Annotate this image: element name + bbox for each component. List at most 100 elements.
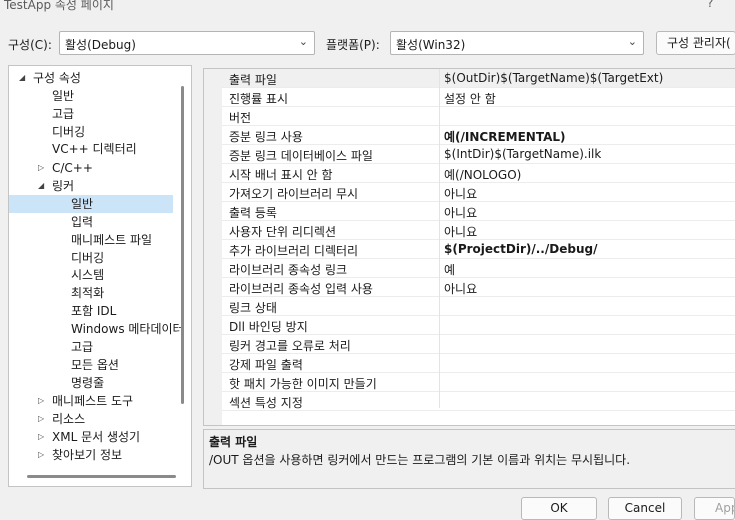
tree-item[interactable]: ▷ C/C++ <box>9 159 189 177</box>
tree-item[interactable]: ◢ 링커 <box>9 177 189 195</box>
config-label: 구성(C): <box>8 38 52 52</box>
grid-column-divider[interactable] <box>439 69 440 408</box>
property-value[interactable]: 아니요 <box>444 280 477 297</box>
property-name: 라이브러리 종속성 링크 <box>229 263 348 277</box>
property-row[interactable]: 출력 등록 아니요 <box>222 202 735 221</box>
grid-gutter <box>204 69 222 425</box>
property-value[interactable]: $(OutDir)$(TargetName)$(TargetExt) <box>444 71 663 85</box>
platform-label: 플랫폼(P): <box>326 38 380 52</box>
tree-item[interactable]: VC++ 디렉터리 <box>9 140 189 158</box>
tree-expanded-icon[interactable]: ◢ <box>38 177 44 195</box>
property-row[interactable]: 핫 패치 가능한 이미지 만들기 <box>222 373 735 392</box>
property-value[interactable]: $(ProjectDir)/../Debug/ <box>444 242 597 256</box>
tree-collapsed-icon[interactable]: ▷ <box>38 410 44 428</box>
property-name: 버전 <box>229 111 252 125</box>
property-name: Dll 바인딩 방지 <box>229 320 308 334</box>
tree-horizontal-scrollbar[interactable] <box>27 475 176 478</box>
tree-item[interactable]: Windows 메타데이터 <box>9 320 189 338</box>
tree-expanded-icon[interactable]: ◢ <box>19 69 25 87</box>
property-row[interactable]: Dll 바인딩 방지 <box>222 316 735 335</box>
property-value[interactable]: 예 <box>444 261 455 278</box>
tree-item[interactable]: 시스템 <box>9 266 189 284</box>
tree-item-label: 모든 옵션 <box>71 358 119 372</box>
property-row[interactable]: 링크 상태 <box>222 297 735 316</box>
chevron-down-icon: ⌄ <box>627 35 637 48</box>
property-row[interactable]: 증분 링크 사용 예(/INCREMENTAL) <box>222 126 735 145</box>
tree-item[interactable]: 명령줄 <box>9 374 189 392</box>
tree-item[interactable]: ▷ 리소스 <box>9 410 189 428</box>
property-row[interactable]: 버전 <box>222 107 735 126</box>
config-value: 활성(Debug) <box>65 38 136 52</box>
tree-item-label: 포함 IDL <box>71 304 117 318</box>
tree-collapsed-icon[interactable]: ▷ <box>38 428 44 446</box>
config-manager-button[interactable]: 구성 관리자( <box>656 31 735 55</box>
window-title: TestApp 속성 페이지 <box>4 0 114 12</box>
property-name: 링커 경고를 오류로 처리 <box>229 339 351 353</box>
tree-item[interactable]: 모든 옵션 <box>9 356 189 374</box>
tree-item[interactable]: 입력 <box>9 213 189 231</box>
tree-collapsed-icon[interactable]: ▷ <box>38 446 44 464</box>
tree-item[interactable]: 일반 <box>9 87 189 105</box>
property-value[interactable]: 아니요 <box>444 204 477 221</box>
property-row[interactable]: 진행률 표시 설정 안 함 <box>222 88 735 107</box>
property-value[interactable]: 예(/NOLOGO) <box>444 166 521 183</box>
property-value[interactable]: $(IntDir)$(TargetName).ilk <box>444 147 601 161</box>
property-row[interactable]: 가져오기 라이브러리 무시 아니요 <box>222 183 735 202</box>
tree-item[interactable]: 일반 <box>9 195 173 213</box>
tree-item-label: 찾아보기 정보 <box>52 448 123 462</box>
tree-item[interactable]: ▷ 찾아보기 정보 <box>9 446 189 464</box>
property-row[interactable]: 사용자 단위 리디렉션 아니요 <box>222 221 735 240</box>
apply-button[interactable]: Apply <box>694 497 735 520</box>
property-value[interactable]: 아니요 <box>444 223 477 240</box>
tree-item[interactable]: 고급 <box>9 105 189 123</box>
chevron-down-icon: ⌄ <box>298 35 308 48</box>
tree-item[interactable]: 고급 <box>9 338 189 356</box>
property-row[interactable]: 시작 배너 표시 안 함 예(/NOLOGO) <box>222 164 735 183</box>
description-text: /OUT 옵션을 사용하면 링커에서 만드는 프로그램의 기본 이름과 위치는 … <box>209 453 631 467</box>
platform-dropdown[interactable]: 활성(Win32) ⌄ <box>390 31 644 55</box>
property-value[interactable]: 설정 안 함 <box>444 90 496 107</box>
property-value[interactable]: 아니요 <box>444 185 477 202</box>
tree-item-label: 일반 <box>71 197 94 211</box>
property-row[interactable]: 강제 파일 출력 <box>222 354 735 373</box>
property-row[interactable]: 섹션 특성 지정 <box>222 392 735 411</box>
tree-item-label: 입력 <box>71 215 94 229</box>
property-row[interactable]: 링커 경고를 오류로 처리 <box>222 335 735 354</box>
property-name: 증분 링크 사용 <box>229 130 303 144</box>
tree-collapsed-icon[interactable]: ▷ <box>38 159 44 177</box>
tree-item-label: Windows 메타데이터 <box>71 322 184 336</box>
tree-item[interactable]: 포함 IDL <box>9 302 189 320</box>
tree-item-label: 매니페스트 파일 <box>71 233 153 247</box>
tree-collapsed-icon[interactable]: ▷ <box>38 392 44 410</box>
property-row[interactable]: 라이브러리 종속성 링크 예 <box>222 259 735 278</box>
help-button[interactable]: ? <box>707 0 713 10</box>
property-name: 강제 파일 출력 <box>229 358 303 372</box>
tree-item[interactable]: 최적화 <box>9 284 189 302</box>
property-tree: ◢ 구성 속성 일반 고급 디버깅 VC++ 디렉터리 ▷ C/C++ ◢ 링커 일반 입력 매니페스트… <box>8 65 192 487</box>
tree-item[interactable]: 디버깅 <box>9 123 189 141</box>
tree-item-label: 최적화 <box>71 286 105 300</box>
property-row[interactable]: 라이브러리 종속성 입력 사용 아니요 <box>222 278 735 297</box>
property-row[interactable]: 증분 링크 데이터베이스 파일 $(IntDir)$(TargetName).il… <box>222 145 735 164</box>
tree-item-label: 리소스 <box>52 412 86 426</box>
property-value[interactable]: 예(/INCREMENTAL) <box>444 128 566 145</box>
config-dropdown[interactable]: 활성(Debug) ⌄ <box>59 31 315 55</box>
tree-item-label: 디버깅 <box>52 125 86 139</box>
property-name: 출력 등록 <box>229 206 277 220</box>
platform-value: 활성(Win32) <box>396 38 466 52</box>
property-row[interactable]: 추가 라이브러리 디렉터리 $(ProjectDir)/../Debug/ <box>222 240 735 259</box>
cancel-button[interactable]: Cancel <box>608 497 682 520</box>
ok-button[interactable]: OK <box>521 497 597 520</box>
tree-item-label: 매니페스트 도구 <box>52 394 134 408</box>
description-panel: 출력 파일 /OUT 옵션을 사용하면 링커에서 만드는 프로그램의 기본 이름… <box>203 429 735 489</box>
tree-item[interactable]: ◢ 구성 속성 <box>9 69 189 87</box>
tree-item[interactable]: 디버깅 <box>9 249 189 267</box>
property-name: 링크 상태 <box>229 301 277 315</box>
tree-item[interactable]: ▷ XML 문서 생성기 <box>9 428 189 446</box>
tree-item[interactable]: ▷ 매니페스트 도구 <box>9 392 189 410</box>
tree-item[interactable]: 매니페스트 파일 <box>9 231 189 249</box>
property-row[interactable]: 출력 파일 $(OutDir)$(TargetName)$(TargetExt) <box>222 69 735 88</box>
tree-item-label: 고급 <box>71 340 94 354</box>
tree-vertical-scrollbar[interactable] <box>181 86 184 404</box>
property-name: 증분 링크 데이터베이스 파일 <box>229 149 373 163</box>
